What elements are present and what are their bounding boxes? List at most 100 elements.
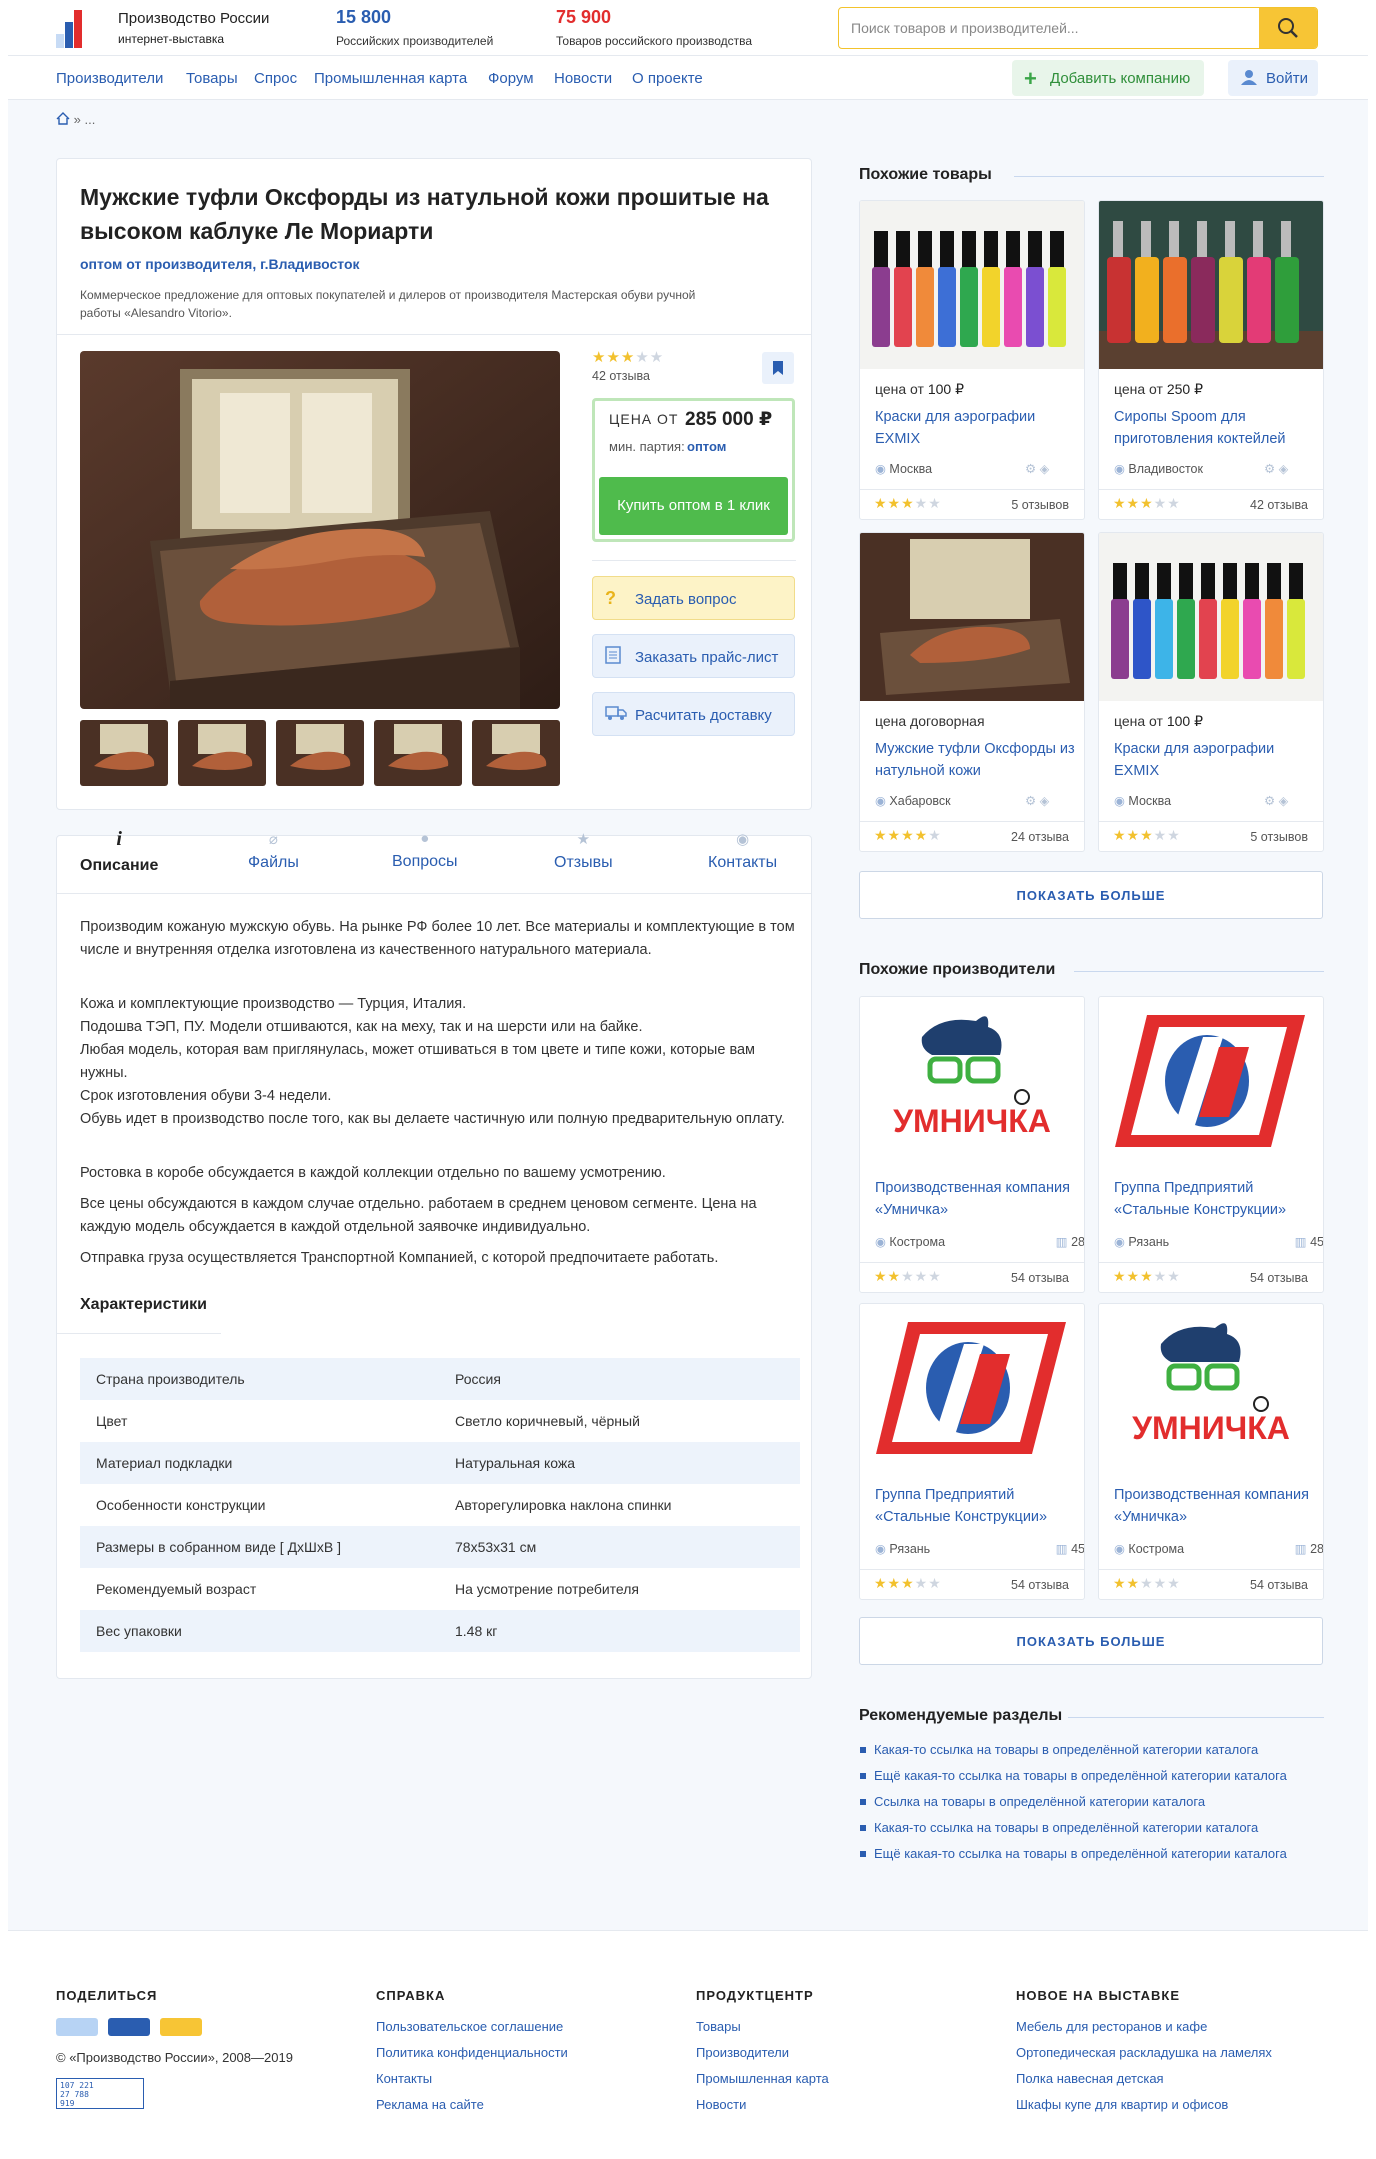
maker-card[interactable]: УМНИЧКА Производственная компания «Умнич… — [859, 996, 1085, 1293]
product-card-small[interactable]: цена от 100 ₽ Краски для аэрографии EXMI… — [859, 200, 1085, 520]
product-card-small[interactable]: цена от 100 ₽ Краски для аэрографии EXMI… — [1098, 532, 1324, 852]
divider — [57, 334, 811, 335]
ask-question-button[interactable]: ? Задать вопрос — [592, 576, 795, 620]
help-title: СПРАВКА — [376, 1988, 446, 2003]
product-thumbnail[interactable] — [178, 720, 266, 786]
bookmark-button[interactable] — [762, 352, 794, 384]
chat-icon: ● — [420, 830, 430, 847]
shoe-thumbnail — [178, 720, 266, 786]
order-pricelist-button[interactable]: Заказать прайс-лист — [592, 634, 795, 678]
show-more-products-button[interactable]: ПОКАЗАТЬ БОЛЬШЕ — [859, 871, 1323, 919]
footer-link[interactable]: Политика конфиденциальности — [376, 2045, 568, 2060]
add-company-button[interactable]: + Добавить компанию — [1012, 60, 1204, 96]
nav-industrial-map[interactable]: Промышленная карта — [314, 70, 467, 87]
product-thumbnail[interactable] — [374, 720, 462, 786]
tab-description[interactable]: i Описание — [80, 828, 158, 875]
share-button-3[interactable] — [160, 2018, 202, 2036]
footer-link[interactable]: Новости — [696, 2097, 746, 2112]
products-count: ▥ 28 — [1055, 1235, 1085, 1249]
price-value: 285 000 ₽ — [685, 409, 773, 430]
search-icon — [1278, 18, 1298, 38]
card-title[interactable]: Краски для аэрографии EXMIX — [1114, 738, 1314, 782]
recommended-link[interactable]: Ещё какая-то ссылка на товары в определё… — [860, 1846, 1287, 1861]
goods-count: 75 900 — [556, 7, 612, 27]
nav-goods[interactable]: Товары — [186, 70, 238, 87]
footer-link[interactable]: Ортопедическая раскладушка на ламелях — [1016, 2045, 1272, 2060]
maker-card[interactable]: Группа Предприятий «Стальные Конструкции… — [1098, 996, 1324, 1293]
tab-questions[interactable]: ● Вопросы — [392, 830, 458, 871]
footer-link[interactable]: Производители — [696, 2045, 789, 2060]
maker-name[interactable]: Производственная компания «Умничка» — [1114, 1484, 1314, 1528]
nav-producers[interactable]: Производители — [56, 70, 163, 87]
footer-link[interactable]: Промышленная карта — [696, 2071, 829, 2086]
nav-news[interactable]: Новости — [554, 70, 612, 87]
home-icon[interactable] — [56, 112, 70, 125]
search-button[interactable] — [1259, 8, 1317, 48]
description-paragraph: Ростовка в коробе обсуждается в каждой к… — [80, 1165, 666, 1181]
buy-one-click-button[interactable]: Купить оптом в 1 клик — [599, 477, 788, 535]
recommended-link[interactable]: Какая-то ссылка на товары в определённой… — [859, 1820, 1258, 1835]
shoe-thumbnail — [80, 720, 168, 786]
maker-card[interactable]: УМНИЧКА Производственная компания «Умнич… — [1098, 1303, 1324, 1600]
card-rating: ★★★★★ — [874, 1575, 942, 1591]
footer-link[interactable]: Шкафы купе для квартир и офисов — [1016, 2097, 1228, 2112]
product-main-image[interactable] — [80, 351, 560, 709]
product-thumbnail[interactable] — [472, 720, 560, 786]
site-logo-icon[interactable] — [56, 8, 88, 48]
card-footer: ★★★★★ 5 отзывов — [860, 489, 1084, 519]
paints-image — [860, 201, 1084, 369]
nav-forum[interactable]: Форум — [488, 70, 534, 87]
recommended-link[interactable]: Ссылка на товары в определённой категори… — [859, 1794, 1205, 1809]
maker-card[interactable]: Группа Предприятий «Стальные Конструкции… — [859, 1303, 1085, 1600]
share-button-2[interactable] — [108, 2018, 150, 2036]
footer-link[interactable]: Контакты — [376, 2071, 432, 2086]
paperclip-icon: ⌀ — [268, 831, 278, 848]
product-card-small[interactable]: цена от 250 ₽ Сиропы Spoom для приготовл… — [1098, 200, 1324, 520]
card-reviews: 5 отзывов — [1011, 498, 1069, 512]
page: Производство России интернет-выставка 15… — [8, 0, 1368, 2159]
product-thumbnail[interactable] — [276, 720, 364, 786]
products-count: ▥ 45 — [1294, 1235, 1324, 1249]
footer-link[interactable]: Товары — [696, 2019, 741, 2034]
maker-name[interactable]: Производственная компания «Умничка» — [875, 1177, 1075, 1221]
goods-label: Товаров российского производства — [556, 34, 753, 48]
product-reviews-count[interactable]: 42 отзыва — [592, 369, 650, 383]
footer-link[interactable]: Пользовательское соглашение — [376, 2019, 563, 2034]
bookmark-icon — [773, 361, 783, 375]
share-button-1[interactable] — [56, 2018, 98, 2036]
settings-tag-icons: ⚙ ◈ — [1264, 794, 1289, 808]
svg-text:УМНИЧКА: УМНИЧКА — [1132, 1410, 1290, 1446]
footer-link[interactable]: Мебель для ресторанов и кафе — [1016, 2019, 1207, 2034]
description-paragraph: Все цены обсуждаются в каждом случае отд… — [80, 1196, 757, 1235]
footer-divider — [8, 1930, 1368, 1931]
nav-about[interactable]: О проекте — [632, 70, 703, 87]
card-title[interactable]: Краски для аэрографии EXMIX — [875, 406, 1075, 450]
visit-counter[interactable]: 107 221 27 788 919 — [56, 2078, 144, 2109]
card-reviews: 42 отзыва — [1250, 498, 1308, 512]
logo-title[interactable]: Производство России — [118, 10, 269, 27]
maker-name[interactable]: Группа Предприятий «Стальные Конструкции… — [1114, 1177, 1314, 1221]
card-rating: ★★★★★ — [1113, 827, 1181, 843]
card-footer: ★★★★★ 5 отзывов — [1099, 821, 1323, 851]
nav-demand[interactable]: Спрос — [254, 70, 297, 87]
card-title[interactable]: Сиропы Spoom для приготовления коктейлей — [1114, 406, 1314, 450]
recommended-link[interactable]: Какая-то ссылка на товары в определённой… — [859, 1742, 1258, 1757]
calculate-delivery-button[interactable]: Расчитать доставку — [592, 692, 795, 736]
product-thumbnail[interactable] — [80, 720, 168, 786]
card-city: ◉ Хабаровск ⚙ ◈ — [875, 793, 1049, 808]
login-button[interactable]: Войти — [1228, 60, 1318, 96]
maker-name[interactable]: Группа Предприятий «Стальные Конструкции… — [875, 1484, 1075, 1528]
product-center-title: ПРОДУКТЦЕНТР — [696, 1988, 814, 2003]
tab-files[interactable]: ⌀ Файлы — [248, 830, 299, 872]
maker-city: ◉ Рязань ▥ 45 — [875, 1542, 1085, 1556]
product-card-small[interactable]: цена договорная Мужские туфли Оксфорды и… — [859, 532, 1085, 852]
card-title[interactable]: Мужские туфли Оксфорды из натульной кожи — [875, 738, 1075, 782]
recommended-link[interactable]: Ещё какая-то ссылка на товары в определё… — [860, 1768, 1287, 1783]
search-input[interactable]: Поиск товаров и производителей... — [838, 7, 1318, 49]
footer-link[interactable]: Полка навесная детская — [1016, 2071, 1164, 2086]
footer-link[interactable]: Реклама на сайте — [376, 2097, 484, 2112]
logo-subtitle: интернет-выставка — [118, 32, 225, 46]
tab-reviews[interactable]: ★ Отзывы — [554, 830, 613, 872]
tab-contacts[interactable]: ◉ Контакты — [708, 830, 777, 872]
show-more-makers-button[interactable]: ПОКАЗАТЬ БОЛЬШЕ — [859, 1617, 1323, 1665]
